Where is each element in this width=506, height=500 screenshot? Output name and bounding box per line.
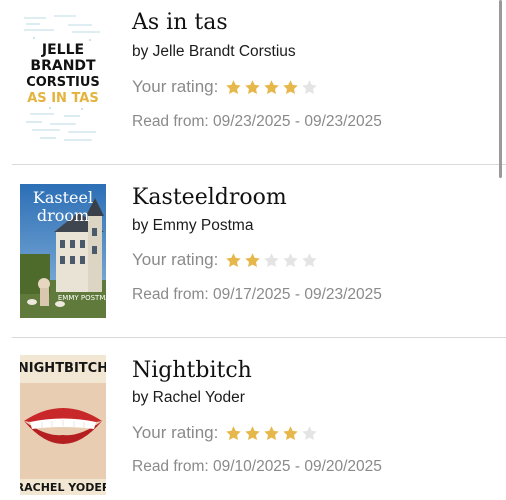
rating-row: Your rating: bbox=[132, 77, 320, 97]
star-empty-icon[interactable] bbox=[301, 425, 318, 442]
book-title: Nightbitch bbox=[132, 358, 252, 383]
book-author: by Emmy Postma bbox=[132, 217, 254, 234]
cover-title-line-2: droom bbox=[37, 206, 89, 225]
cover-author-text: RACHEL YODER bbox=[20, 481, 106, 494]
cover-title-text: NIGHTBITCH bbox=[20, 361, 106, 376]
cover-title-line-1: Kasteel bbox=[33, 188, 93, 207]
star-filled-icon[interactable] bbox=[282, 425, 299, 442]
read-dates: Read from: 09/23/2025 - 09/23/2025 bbox=[132, 113, 382, 130]
book-row-as-in-tas[interactable]: JELLE BRANDT CORSTIUS AS IN TAS As in ta… bbox=[0, 0, 506, 172]
star-empty-icon[interactable] bbox=[263, 252, 280, 269]
rating-label: Your rating: bbox=[132, 77, 219, 96]
book-author: by Jelle Brandt Corstius bbox=[132, 43, 296, 60]
star-filled-icon[interactable] bbox=[225, 252, 242, 269]
star-filled-icon[interactable] bbox=[263, 79, 280, 96]
star-filled-icon[interactable] bbox=[263, 425, 280, 442]
star-rating[interactable] bbox=[225, 425, 320, 442]
read-dates: Read from: 09/10/2025 - 09/20/2025 bbox=[132, 458, 382, 475]
book-author: by Rachel Yoder bbox=[132, 389, 245, 406]
book-cover-kasteeldroom: Kasteel droom EMMY POSTMA bbox=[20, 184, 106, 318]
read-dates: Read from: 09/17/2025 - 09/23/2025 bbox=[132, 286, 382, 303]
star-filled-icon[interactable] bbox=[282, 79, 299, 96]
rating-row: Your rating: bbox=[132, 423, 320, 443]
book-cover-nightbitch: NIGHTBITCH RACHEL YODER bbox=[20, 355, 106, 495]
rating-label: Your rating: bbox=[132, 423, 219, 442]
star-empty-icon[interactable] bbox=[301, 79, 318, 96]
star-filled-icon[interactable] bbox=[244, 425, 261, 442]
book-title: Kasteeldroom bbox=[132, 185, 287, 210]
cover-author-line-3: CORSTIUS bbox=[26, 75, 100, 90]
star-filled-icon[interactable] bbox=[225, 79, 242, 96]
scrollbar[interactable] bbox=[499, 0, 502, 178]
cover-author-text: EMMY POSTMA bbox=[58, 294, 106, 302]
rating-row: Your rating: bbox=[132, 250, 320, 270]
cover-title-text: AS IN TAS bbox=[27, 91, 98, 106]
book-cover-as-in-tas: JELLE BRANDT CORSTIUS AS IN TAS bbox=[20, 12, 106, 150]
star-filled-icon[interactable] bbox=[244, 79, 261, 96]
star-rating[interactable] bbox=[225, 252, 320, 269]
rating-label: Your rating: bbox=[132, 250, 219, 269]
book-row-kasteeldroom[interactable]: Kasteel droom EMMY POSTMA Kasteeldroom b… bbox=[0, 165, 506, 337]
star-filled-icon[interactable] bbox=[225, 425, 242, 442]
star-filled-icon[interactable] bbox=[244, 252, 261, 269]
book-row-nightbitch[interactable]: NIGHTBITCH RACHEL YODER Nightbitch by Ra… bbox=[0, 338, 506, 500]
star-empty-icon[interactable] bbox=[301, 252, 318, 269]
star-rating[interactable] bbox=[225, 79, 320, 96]
cover-author-line-1: JELLE bbox=[41, 42, 84, 58]
book-title: As in tas bbox=[132, 10, 228, 35]
star-empty-icon[interactable] bbox=[282, 252, 299, 269]
cover-author-line-2: BRANDT bbox=[30, 58, 96, 74]
book-list: JELLE BRANDT CORSTIUS AS IN TAS As in ta… bbox=[0, 0, 506, 500]
